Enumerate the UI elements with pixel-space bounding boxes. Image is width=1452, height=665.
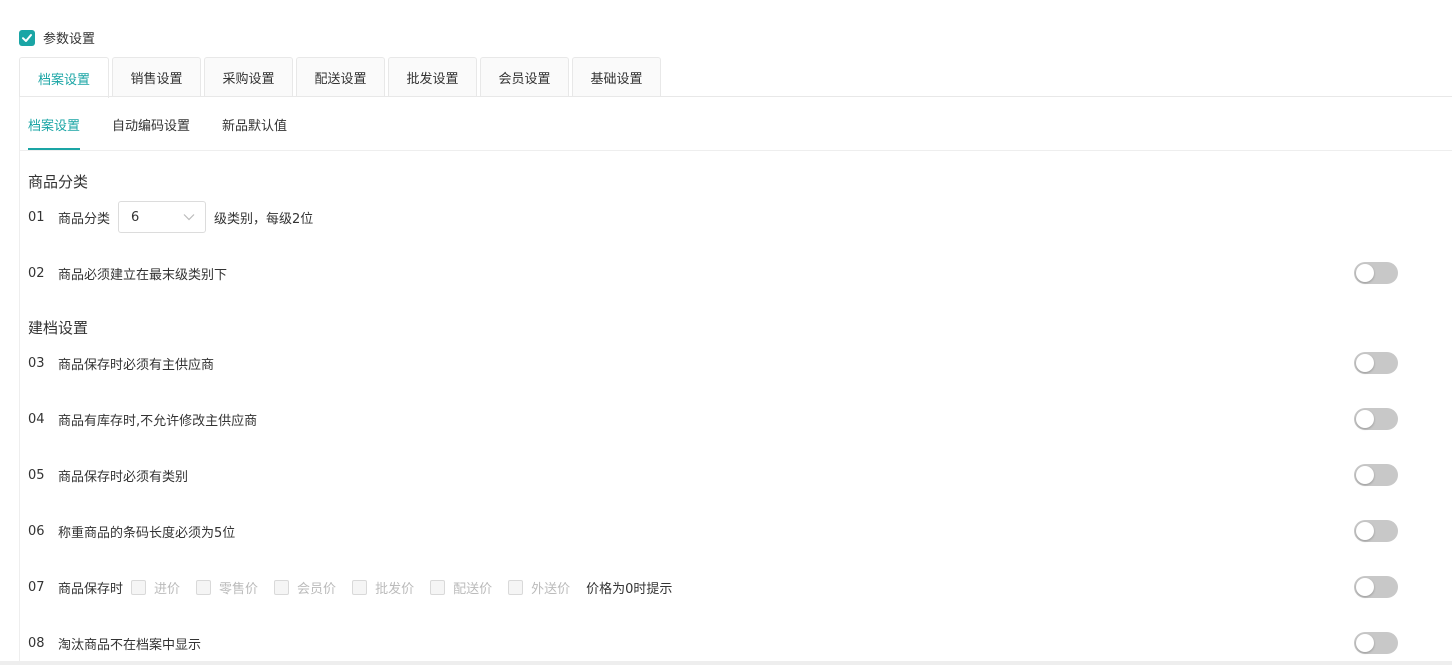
row-label: 淘汰商品不在档案中显示 [58,637,202,653]
select-value: 6 [131,209,140,225]
toggle-switch[interactable] [1354,352,1398,374]
option-checkbox[interactable] [196,579,212,595]
toggle-switch[interactable] [1354,464,1398,486]
toggle-switch[interactable] [1354,262,1398,284]
option-checkbox[interactable] [352,579,368,595]
row-number: 01 [28,209,45,225]
option-wholesale-price[interactable]: 批发价 [352,578,422,597]
row-number: 06 [28,523,45,539]
setting-row-08: 08 淘汰商品不在档案中显示 [28,627,1452,659]
section-archive-title: 建档设置 [28,319,89,337]
sub-tabs: 档案设置 自动编码设置 新品默认值 [28,108,319,150]
option-checkbox[interactable] [274,579,290,595]
param-setting-checkbox[interactable] [19,29,35,46]
row-label: 商品保存时必须有类别 [58,469,189,485]
row-label: 称重商品的条码长度必须为5位 [58,525,236,541]
option-label: 零售价 [219,581,259,597]
subtab-auto-code[interactable]: 自动编码设置 [112,108,190,150]
option-delivery-price[interactable]: 外送价 [508,578,578,597]
row-number: 03 [28,355,45,371]
tab-basic[interactable]: 基础设置 [572,57,661,97]
row-suffix: 价格为0时提示 [586,581,673,597]
row-label: 商品分类 [58,211,111,227]
option-checkbox[interactable] [508,579,524,595]
param-setting-label: 参数设置 [43,32,96,47]
row-number: 07 [28,579,45,595]
option-checkbox[interactable] [430,579,446,595]
option-distribution-price[interactable]: 配送价 [430,578,500,597]
tab-purchase[interactable]: 采购设置 [204,57,293,97]
tab-wholesale[interactable]: 批发设置 [388,57,477,97]
setting-row-02: 02 商品必须建立在最末级类别下 [28,257,1452,289]
section-category-title: 商品分类 [28,173,89,191]
row-label: 商品有库存时,不允许修改主供应商 [58,413,258,429]
setting-row-07: 07 商品保存时 进价 零售价 会员价 批发价 配送价 外送价 价格为0时提示 [28,571,1452,603]
toggle-knob [1356,578,1374,596]
option-member-price[interactable]: 会员价 [274,578,344,597]
chevron-down-icon [183,214,195,221]
setting-row-05: 05 商品保存时必须有类别 [28,459,1452,491]
tab-member[interactable]: 会员设置 [480,57,569,97]
option-checkbox[interactable] [131,579,147,595]
row-label: 商品必须建立在最末级类别下 [58,267,228,283]
row-number: 05 [28,467,45,483]
check-icon [22,33,32,42]
tab-archive[interactable]: 档案设置 [19,57,109,98]
tab-divider [19,96,1452,97]
row-number: 04 [28,411,45,427]
subtab-new-item-defaults[interactable]: 新品默认值 [222,108,287,150]
toggle-switch[interactable] [1354,408,1398,430]
param-setting[interactable]: 参数设置 [19,28,95,47]
option-label: 批发价 [375,581,415,597]
toggle-knob [1356,466,1374,484]
toggle-switch[interactable] [1354,632,1398,654]
option-label: 进价 [154,581,181,597]
option-label: 外送价 [531,581,571,597]
toggle-knob [1356,522,1374,540]
row-suffix: 级类别，每级2位 [214,211,314,227]
category-level-select[interactable]: 6 [118,201,207,233]
tab-distribution[interactable]: 配送设置 [296,57,385,97]
main-tabs: 档案设置 销售设置 采购设置 配送设置 批发设置 会员设置 基础设置 [19,57,664,98]
setting-row-04: 04 商品有库存时,不允许修改主供应商 [28,403,1452,435]
subtab-divider [19,150,1452,151]
toggle-knob [1356,410,1374,428]
toggle-switch[interactable] [1354,520,1398,542]
toggle-switch[interactable] [1354,576,1398,598]
setting-row-03: 03 商品保存时必须有主供应商 [28,347,1452,379]
toggle-knob [1356,264,1374,282]
subtab-archive[interactable]: 档案设置 [28,108,81,150]
row-number: 02 [28,265,45,281]
content-left-border [19,97,20,665]
setting-row-06: 06 称重商品的条码长度必须为5位 [28,515,1452,547]
option-label: 配送价 [453,581,493,597]
setting-row-01: 01 商品分类 6 级类别，每级2位 [28,201,1452,233]
toggle-knob [1356,634,1374,652]
option-purchase-price[interactable]: 进价 [131,578,188,597]
tab-sales[interactable]: 销售设置 [112,57,201,97]
row-number: 08 [28,635,45,651]
option-label: 会员价 [297,581,337,597]
row-label: 商品保存时必须有主供应商 [58,357,215,373]
toggle-knob [1356,354,1374,372]
row-label: 商品保存时 [58,581,124,597]
bottom-scroll-edge [0,661,1452,665]
option-retail-price[interactable]: 零售价 [196,578,266,597]
